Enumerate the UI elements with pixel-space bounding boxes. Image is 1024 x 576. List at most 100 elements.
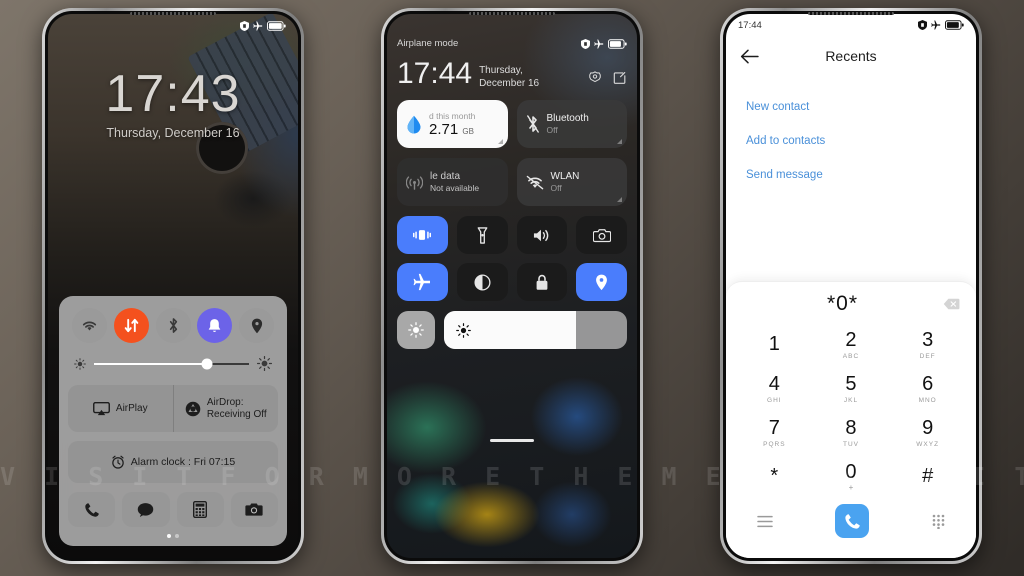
- messages-shortcut[interactable]: [122, 492, 170, 527]
- location-tile[interactable]: [576, 263, 627, 301]
- key-digit: *: [770, 464, 779, 487]
- key-digit: 3: [922, 329, 934, 351]
- key-9[interactable]: 9 WXYZ: [889, 412, 966, 454]
- wlan-tile-status: Off: [550, 183, 562, 193]
- call-button[interactable]: [835, 504, 870, 538]
- back-arrow-icon[interactable]: [740, 49, 759, 64]
- alarm-label: Alarm clock : Fri 07:15: [130, 456, 236, 468]
- airdrop-label: AirDrop: Receiving Off: [207, 397, 267, 420]
- settings-gear-icon[interactable]: [588, 71, 602, 85]
- wlan-tile[interactable]: WLAN Off: [516, 158, 627, 206]
- key-7[interactable]: 7 PQRS: [736, 412, 813, 454]
- quick-tile-grid: [397, 216, 627, 301]
- key-letters: TUV: [842, 441, 859, 448]
- data-usage-number: 2.71: [429, 120, 459, 138]
- backspace-icon[interactable]: [943, 298, 960, 310]
- bluetooth-tile[interactable]: Bluetooth Off: [516, 100, 627, 148]
- key-digit: 9: [922, 417, 934, 439]
- mobile-data-toggle[interactable]: [113, 308, 149, 343]
- key-3[interactable]: 3 DEF: [889, 324, 966, 366]
- phone-dialer-device: 17:44 Recents New contact Add to contact…: [720, 8, 982, 564]
- earpiece-grille-icon: [808, 11, 894, 15]
- airplane-tile[interactable]: [397, 263, 448, 301]
- wifi-icon: [82, 321, 97, 331]
- phone-lockscreen-device: 17:43 Thursday, December 16 AirPlay AirD…: [42, 8, 304, 564]
- brightness-row: [397, 311, 627, 349]
- dark-mode-tile[interactable]: [456, 263, 508, 301]
- send-message-link[interactable]: Send message: [746, 158, 956, 192]
- key-digit: 2: [845, 329, 857, 351]
- camera-icon: [245, 503, 263, 516]
- brightness-knob[interactable]: [201, 358, 213, 369]
- airplay-button[interactable]: AirPlay: [68, 385, 173, 432]
- wifi-off-icon: [526, 175, 543, 189]
- statusbar-icons: [240, 21, 286, 31]
- battery-icon: [267, 21, 286, 31]
- home-indicator[interactable]: [490, 439, 534, 442]
- edit-icon[interactable]: [613, 71, 627, 85]
- key-8[interactable]: 8 TUV: [813, 412, 890, 454]
- messages-icon: [138, 502, 154, 517]
- statusbar-icons: [918, 20, 964, 30]
- flashlight-tile[interactable]: [456, 216, 508, 254]
- alarm-card[interactable]: Alarm clock : Fri 07:15: [68, 441, 278, 483]
- mobile-data-tile[interactable]: le data Not available: [397, 158, 508, 206]
- key-digit: 5: [845, 373, 857, 395]
- dialed-number[interactable]: *0*: [742, 292, 943, 316]
- calculator-shortcut[interactable]: [176, 492, 224, 527]
- shortcut-row: [68, 492, 278, 527]
- location-pin-icon: [251, 318, 262, 333]
- data-usage-tile[interactable]: d this month 2.71 GB: [397, 100, 508, 148]
- airdrop-title: AirDrop:: [206, 397, 244, 408]
- brightness-fill: [94, 362, 208, 365]
- volume-tile[interactable]: [516, 216, 568, 254]
- phone-icon: [845, 513, 860, 529]
- key-0[interactable]: 0 +: [813, 456, 890, 498]
- shield-icon: [240, 21, 249, 31]
- vibrate-tile[interactable]: [397, 216, 448, 254]
- key-4[interactable]: 4 GHI: [736, 368, 813, 410]
- ring-toggle[interactable]: [197, 308, 233, 343]
- wifi-toggle[interactable]: [72, 308, 107, 343]
- brightness-slider[interactable]: [444, 311, 627, 349]
- key-6[interactable]: 6 MNO: [889, 368, 966, 410]
- airplane-icon: [253, 21, 263, 31]
- keypad-icon[interactable]: [932, 514, 945, 529]
- location-toggle[interactable]: [239, 308, 274, 343]
- flashlight-icon: [477, 226, 488, 244]
- menu-icon[interactable]: [757, 515, 773, 528]
- key-2[interactable]: 2 ABC: [813, 324, 890, 366]
- airdrop-button[interactable]: AirDrop: Receiving Off: [172, 385, 279, 432]
- phone1-statusbar: [48, 14, 298, 38]
- mobile-data-icon: [406, 175, 423, 190]
- key-letters: DEF: [919, 353, 936, 360]
- phone-shortcut[interactable]: [68, 492, 116, 527]
- key-1[interactable]: 1: [736, 324, 813, 366]
- key-hash[interactable]: #: [889, 456, 966, 498]
- camera-shortcut[interactable]: [230, 492, 278, 527]
- key-letters: ABC: [842, 353, 860, 360]
- bluetooth-toggle[interactable]: [155, 308, 191, 343]
- battery-icon: [945, 20, 964, 30]
- cc-action-icons: [588, 71, 627, 85]
- key-star[interactable]: *: [736, 456, 813, 498]
- camera-tile[interactable]: [576, 216, 627, 254]
- lock-tile[interactable]: [516, 263, 568, 301]
- data-usage-value: 2.71 GB: [429, 121, 475, 138]
- brightness-slider-row[interactable]: [68, 343, 278, 383]
- data-usage-unit: GB: [462, 126, 474, 136]
- control-center-panel: AirPlay AirDrop: Receiving Off Alarm clo…: [59, 296, 287, 546]
- brightness-track[interactable]: [94, 358, 249, 369]
- add-to-contacts-link[interactable]: Add to contacts: [746, 124, 956, 158]
- auto-brightness-button[interactable]: [397, 311, 435, 349]
- number-display-row: *0*: [726, 292, 976, 322]
- new-contact-link[interactable]: New contact: [746, 90, 956, 124]
- bluetooth-tile-title: Bluetooth: [546, 113, 589, 124]
- quick-toggle-row: [68, 306, 278, 343]
- contact-action-list: New contact Add to contacts Send message: [726, 76, 976, 192]
- battery-icon: [608, 38, 627, 49]
- brightness-low-icon: [74, 357, 86, 370]
- key-letters: GHI: [767, 397, 782, 404]
- shield-icon: [918, 20, 927, 30]
- key-5[interactable]: 5 JKL: [813, 368, 890, 410]
